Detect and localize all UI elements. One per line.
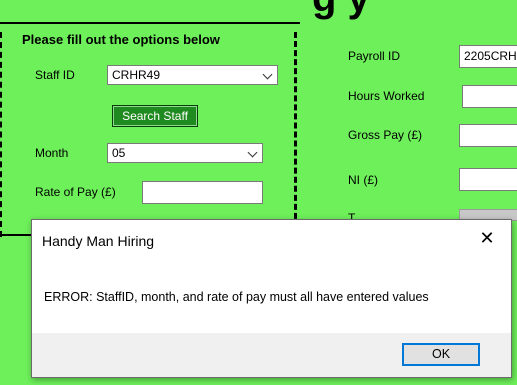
close-icon[interactable]: ✕ (477, 228, 497, 248)
staff-id-label: Staff ID (35, 68, 75, 82)
payroll-id-label: Payroll ID (348, 49, 401, 63)
month-value: 05 (112, 146, 126, 160)
hours-worked-input[interactable] (462, 85, 517, 108)
staff-id-select[interactable]: CRHR49 (107, 65, 278, 85)
staff-id-value: CRHR49 (112, 68, 161, 82)
gross-pay-input[interactable] (459, 124, 517, 147)
vertical-dashed-divider (294, 32, 297, 237)
left-dashed-border (0, 32, 2, 237)
dialog-title: Handy Man Hiring (42, 233, 155, 249)
options-heading: Please fill out the options below (22, 32, 220, 47)
month-label: Month (35, 146, 69, 160)
ni-label: NI (£) (348, 173, 378, 187)
chevron-down-icon (262, 69, 273, 80)
hours-worked-label: Hours Worked (348, 89, 425, 103)
rate-of-pay-label: Rate of Pay (£) (35, 185, 116, 199)
payroll-id-input[interactable]: 2205CRHR (459, 45, 517, 68)
rate-of-pay-input[interactable] (142, 181, 263, 204)
gross-pay-label: Gross Pay (£) (348, 128, 423, 142)
chevron-down-icon (247, 147, 258, 158)
dialog-footer: OK (32, 333, 511, 377)
top-divider (0, 22, 300, 24)
month-select[interactable]: 05 (107, 143, 263, 163)
ok-button[interactable]: OK (402, 343, 480, 366)
search-staff-button[interactable]: Search Staff (112, 105, 198, 127)
ni-input[interactable] (459, 168, 517, 191)
error-dialog: Handy Man Hiring ✕ ERROR: StaffID, month… (31, 219, 512, 378)
form-title-fragment: g y (312, 0, 370, 18)
error-message: ERROR: StaffID, month, and rate of pay m… (44, 290, 429, 304)
